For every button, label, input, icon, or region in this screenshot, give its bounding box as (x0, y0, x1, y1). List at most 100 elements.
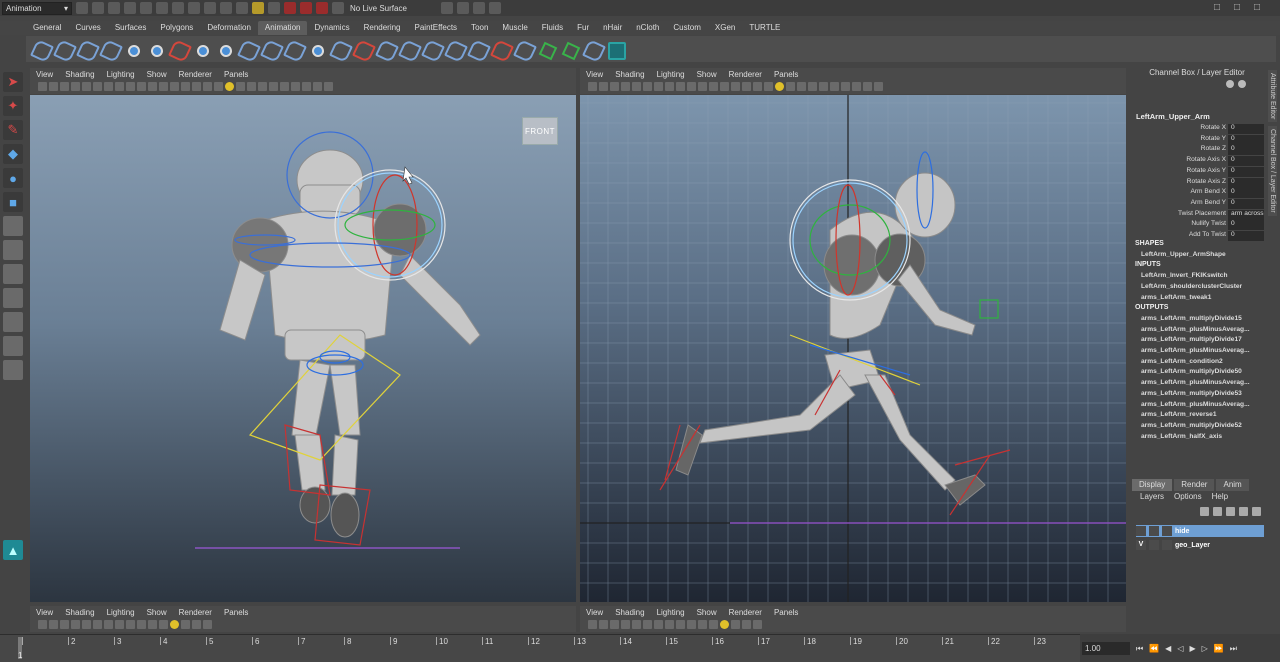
xray-icon[interactable] (302, 81, 311, 91)
flat-shade-icon[interactable] (731, 81, 740, 91)
render-settings-icon[interactable] (316, 2, 328, 14)
film-gate-icon[interactable] (93, 81, 102, 91)
film-gate-icon[interactable] (643, 81, 652, 91)
dope-sheet-icon[interactable] (76, 39, 96, 59)
anti-aliasing-icon[interactable] (819, 81, 828, 91)
ambient-occlusion-icon[interactable] (797, 81, 806, 91)
menu-view[interactable]: View (36, 70, 53, 79)
attribute-row[interactable]: Rotate Z0 (1130, 145, 1264, 156)
shelf-tab-dynamics[interactable]: Dynamics (307, 21, 356, 35)
select-hierarchy-icon[interactable] (124, 2, 136, 14)
side-viewport[interactable] (580, 95, 1126, 602)
rigid-bind-icon[interactable] (214, 39, 234, 59)
menu-show[interactable]: Show (697, 70, 717, 79)
shelf-tab-fluids[interactable]: Fluids (535, 21, 570, 35)
shelf-tab-nhair[interactable]: nHair (596, 21, 629, 35)
layer-playback-toggle[interactable] (1149, 540, 1159, 550)
shadows-icon[interactable] (731, 619, 740, 629)
layer-display-type-toggle[interactable] (1162, 540, 1172, 550)
attribute-row[interactable]: Arm Bend Y0 (1130, 198, 1264, 210)
cb-settings-icon[interactable] (1226, 80, 1234, 88)
wireframe-icon[interactable] (126, 619, 135, 629)
select-object-icon[interactable] (140, 2, 152, 14)
menu-shading[interactable]: Shading (65, 70, 94, 79)
shelf-tab-general[interactable]: General (26, 21, 68, 35)
step-forward-key-icon[interactable]: ⏩ (1214, 644, 1224, 654)
step-back-key-icon[interactable]: ⏪ (1149, 644, 1159, 654)
node-list-item[interactable]: arms_LeftArm_multiplyDivide17 (1141, 336, 1242, 343)
menu-renderer[interactable]: Renderer (729, 608, 762, 617)
safe-action-icon[interactable] (137, 81, 146, 91)
grid-toggle-icon[interactable] (632, 81, 641, 91)
help-menu[interactable]: Help (1212, 492, 1228, 501)
smooth-bind-icon[interactable] (191, 39, 211, 59)
joint-tool-icon[interactable] (122, 39, 142, 59)
move-layer-up-icon[interactable] (1200, 507, 1209, 516)
image-plane-icon[interactable] (71, 619, 80, 629)
layer-visibility-toggle[interactable]: V (1136, 540, 1146, 550)
motion-path-icon[interactable] (582, 39, 602, 59)
isolate-select-icon[interactable] (841, 81, 850, 91)
gate-mask-icon[interactable] (115, 619, 124, 629)
node-list-item[interactable]: arms_LeftArm_halfX_axis (1141, 433, 1222, 440)
node-list-item[interactable]: arms_LeftArm_tweak1 (1141, 294, 1211, 301)
rotate-tool-icon[interactable]: ● (3, 168, 23, 188)
attribute-value-field[interactable]: 0 (1228, 134, 1264, 145)
camera-lock-icon[interactable] (599, 81, 608, 91)
new-scene-icon[interactable] (76, 2, 88, 14)
attribute-value-field[interactable]: 0 (1228, 188, 1264, 199)
construction-icon[interactable] (268, 2, 280, 14)
menu-view[interactable]: View (586, 608, 603, 617)
attribute-row[interactable]: Rotate Axis X0 (1130, 156, 1264, 167)
smooth-shade-icon[interactable] (687, 619, 696, 629)
locator-icon[interactable] (536, 39, 556, 59)
node-list-item[interactable]: arms_LeftArm_plusMinusAverag... (1141, 326, 1250, 333)
shelf-tab-painteffects[interactable]: PaintEffects (408, 21, 465, 35)
channel-box-tab[interactable]: Channel Box / Layer Editor (1268, 126, 1277, 216)
node-list-item[interactable]: arms_LeftArm_condition2 (1141, 358, 1223, 365)
gate-mask-icon[interactable] (665, 619, 674, 629)
select-tool-icon[interactable]: ➤ (3, 72, 23, 92)
orient-joint-icon[interactable] (329, 39, 349, 59)
node-list-item[interactable]: LeftArm_Invert_FKIKswitch (1141, 272, 1227, 279)
layer-options-icon[interactable] (1252, 507, 1261, 516)
menu-lighting[interactable]: Lighting (107, 70, 135, 79)
input-line-icon[interactable] (440, 2, 453, 14)
node-list-item[interactable]: arms_LeftArm_multiplyDivide52 (1141, 422, 1242, 429)
gate-mask-icon[interactable] (665, 81, 674, 91)
snap-point-icon[interactable] (220, 2, 232, 14)
shelf-tab-ncloth[interactable]: nCloth (629, 21, 666, 35)
scale-tool-icon[interactable]: ■ (3, 192, 23, 212)
isolate-select-icon[interactable] (291, 81, 300, 91)
mirror-joint-icon[interactable] (306, 39, 326, 59)
maximize-icon[interactable]: □ (1254, 2, 1260, 13)
menu-show[interactable]: Show (697, 608, 717, 617)
two-pane-layout-icon[interactable] (3, 288, 23, 308)
smooth-shade-icon[interactable] (720, 81, 729, 91)
shadows-icon[interactable] (181, 619, 190, 629)
node-list-item[interactable]: LeftArm_Upper_ArmShape (1141, 251, 1226, 258)
camera-lock-icon[interactable] (49, 619, 58, 629)
flat-shade-icon[interactable] (148, 619, 157, 629)
attribute-row[interactable]: Twist Placement arm across (1130, 209, 1264, 221)
menu-renderer[interactable]: Renderer (179, 70, 212, 79)
attribute-value-field[interactable]: 0 (1228, 198, 1264, 209)
shelf-tab-curves[interactable]: Curves (68, 21, 107, 35)
step-forward-frame-icon[interactable]: ▷ (1202, 644, 1208, 654)
new-layer-selected-icon[interactable] (1239, 507, 1248, 516)
wrap-icon[interactable] (513, 39, 533, 59)
layer-tab-display[interactable]: Display (1132, 479, 1173, 491)
textured-icon[interactable] (203, 81, 212, 91)
shelf-tab-deformation[interactable]: Deformation (200, 21, 258, 35)
shelf-tab-xgen[interactable]: XGen (708, 21, 742, 35)
menu-set-select[interactable]: Animation (2, 1, 72, 15)
options-menu[interactable]: Options (1174, 492, 1202, 501)
node-list-item[interactable]: arms_LeftArm_multiplyDivide15 (1141, 315, 1242, 322)
current-time-field[interactable]: 1.00 (1082, 642, 1130, 655)
bookmark-icon[interactable] (60, 81, 69, 91)
film-gate-icon[interactable] (643, 619, 652, 629)
hypershade-layout-icon[interactable] (3, 360, 23, 380)
attribute-row[interactable]: Rotate X0 (1130, 124, 1264, 135)
layer-tab-render[interactable]: Render (1174, 479, 1215, 491)
magnet-icon[interactable] (332, 2, 344, 14)
